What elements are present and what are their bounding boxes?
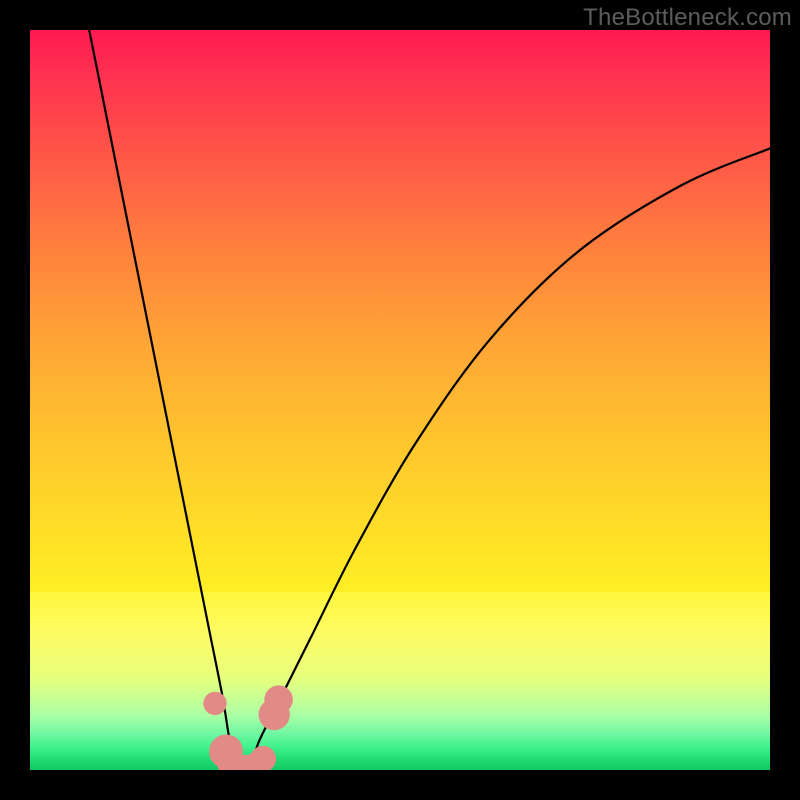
- curve-marker: [264, 685, 293, 714]
- curve-marker: [203, 692, 226, 715]
- watermark-text: TheBottleneck.com: [583, 4, 792, 32]
- curve-marker: [209, 735, 243, 769]
- gradient-overlay: [30, 592, 770, 770]
- chart-svg: [30, 30, 770, 770]
- curve-marker: [224, 755, 250, 770]
- curve-marker: [232, 755, 258, 770]
- bottleneck-curve-line: [89, 30, 770, 770]
- curve-marker: [259, 699, 290, 730]
- curve-marker: [250, 746, 276, 770]
- curve-marker: [243, 753, 269, 770]
- curve-markers: [203, 685, 293, 770]
- curve-marker: [217, 750, 243, 770]
- chart-plot-area: [30, 30, 770, 770]
